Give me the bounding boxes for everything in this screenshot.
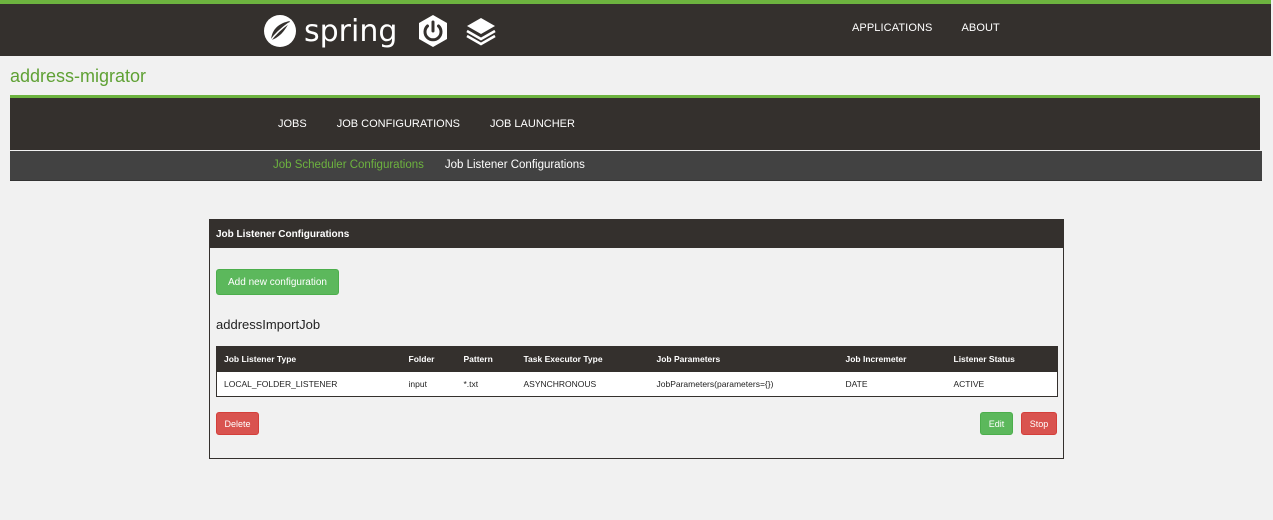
panel-title: Job Listener Configurations [210,220,1063,248]
brand[interactable]: spring [262,12,497,50]
col-folder: Folder [401,346,457,372]
subtab-job-scheduler-configurations[interactable]: Job Scheduler Configurations [273,159,424,171]
app-title: address-migrator [10,66,147,86]
edit-button[interactable]: Edit [980,412,1013,435]
cell-job-incremeter: DATE [838,371,947,397]
col-pattern: Pattern [456,346,517,372]
spring-leaf-logo-icon [264,15,296,47]
sub-nav: Job Scheduler Configurations Job Listene… [10,151,1262,181]
main-nav: JOBS JOB CONFIGURATIONS JOB LAUNCHER [10,95,1260,150]
col-job-listener-type: Job Listener Type [216,346,402,372]
spring-boot-power-icon [419,15,448,47]
cell-task-executor-type: ASYNCHRONOUS [516,371,650,397]
stop-button[interactable]: Stop [1021,412,1057,435]
listener-table: Job Listener Type Folder Pattern Task Ex… [216,346,1058,397]
tab-jobs[interactable]: JOBS [278,118,307,130]
top-nav: APPLICATIONS ABOUT [852,22,1000,34]
table-header-row: Job Listener Type Folder Pattern Task Ex… [216,346,1058,372]
cell-job-listener-type: LOCAL_FOLDER_LISTENER [216,371,402,397]
nav-about[interactable]: ABOUT [961,22,999,34]
layers-stack-icon [466,18,497,46]
brand-text: spring [304,13,398,49]
col-task-executor-type: Task Executor Type [516,346,650,372]
cell-folder: input [401,371,457,397]
col-listener-status: Listener Status [946,346,1058,372]
cell-listener-status: ACTIVE [946,371,1058,397]
job-listener-panel: Job Listener Configurations Add new conf… [209,219,1064,459]
cell-job-parameters: JobParameters(parameters={}) [649,371,839,397]
tab-job-launcher[interactable]: JOB LAUNCHER [490,118,575,130]
top-navbar: spring APPLICATIONS ABOUT [0,0,1271,56]
add-new-configuration-button[interactable]: Add new configuration [216,269,339,295]
job-name: addressImportJob [216,317,321,332]
nav-applications[interactable]: APPLICATIONS [852,22,932,34]
col-job-incremeter: Job Incremeter [838,346,947,372]
cell-pattern: *.txt [456,371,517,397]
table-row: LOCAL_FOLDER_LISTENER input *.txt ASYNCH… [216,371,1058,397]
tab-job-configurations[interactable]: JOB CONFIGURATIONS [337,118,460,130]
col-job-parameters: Job Parameters [649,346,839,372]
subtab-job-listener-configurations[interactable]: Job Listener Configurations [445,159,585,171]
delete-button[interactable]: Delete [216,412,259,435]
